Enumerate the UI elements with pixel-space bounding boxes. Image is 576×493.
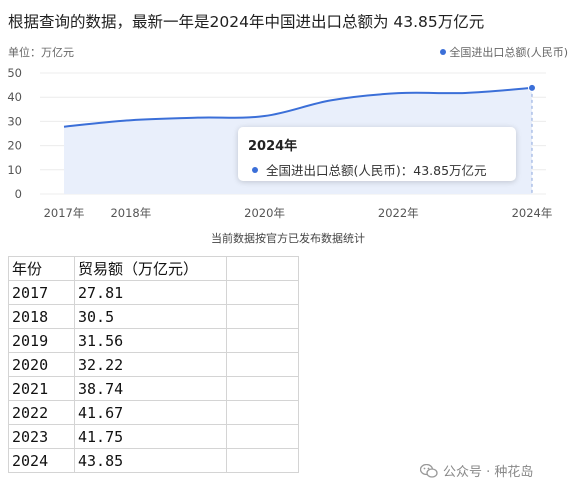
x-tick-label: 2022年 (378, 206, 419, 220)
tooltip-value: 全国进出口总额(人民币)：43.85万亿元 (266, 163, 487, 178)
x-tick-label: 2018年 (110, 206, 151, 220)
table-row: 2023 41.75 (8, 424, 299, 449)
table-cell[interactable]: 41.67 (74, 400, 227, 425)
table-cell[interactable]: 30.5 (74, 304, 227, 329)
chart-tooltip: 2024年 全国进出口总额(人民币)：43.85万亿元 (238, 127, 516, 181)
table-cell[interactable]: 2018 (8, 304, 75, 329)
table-row: 2018 30.5 (8, 304, 299, 329)
watermark: 公众号 · 种花岛 (420, 461, 533, 480)
chart-footnote: 当前数据按官方已发布数据统计 (211, 232, 365, 245)
tooltip-title: 2024年 (248, 139, 298, 154)
table-row: 2024 43.85 (8, 448, 299, 473)
table-header-row: 年份 贸易额（万亿元） (8, 256, 299, 281)
y-tick-label: 10 (7, 163, 22, 177)
x-tick-label: 2024年 (512, 206, 553, 220)
x-axis-ticks: 2017年 2018年 2020年 2022年 2024年 (44, 206, 553, 220)
table-row: 2022 41.67 (8, 400, 299, 425)
y-axis-ticks: 0 10 20 30 40 50 (7, 66, 22, 201)
table-cell[interactable] (226, 448, 299, 473)
table-row: 2017 27.81 (8, 280, 299, 305)
table-cell[interactable] (226, 400, 299, 425)
table-cell[interactable]: 41.75 (74, 424, 227, 449)
table-cell[interactable] (226, 424, 299, 449)
y-tick-label: 20 (7, 139, 22, 153)
x-tick-label: 2020年 (244, 206, 285, 220)
y-tick-label: 50 (7, 66, 22, 80)
y-tick-label: 0 (15, 187, 22, 201)
table-cell[interactable]: 2019 (8, 328, 75, 353)
table-cell[interactable] (226, 376, 299, 401)
data-table: 年份 贸易额（万亿元） 2017 27.81 2018 30.5 2019 31… (8, 256, 299, 473)
trade-chart: 0 10 20 30 40 50 2017年 2018年 2020年 2022年 2024年 (7, 66, 553, 220)
table-cell[interactable]: 2024 (8, 448, 75, 473)
y-tick-label: 30 (7, 114, 22, 128)
table-cell[interactable] (226, 352, 299, 377)
table-cell[interactable]: 27.81 (74, 280, 227, 305)
tooltip-dot-icon (252, 166, 258, 173)
table-row: 2020 32.22 (8, 352, 299, 377)
table-cell[interactable]: 2020 (8, 352, 75, 377)
table-cell[interactable]: 2017 (8, 280, 75, 305)
y-tick-label: 40 (7, 90, 22, 104)
tooltip-row: 全国进出口总额(人民币)：43.85万亿元 (248, 160, 506, 179)
table-cell[interactable]: 2022 (8, 400, 75, 425)
table-cell[interactable] (226, 304, 299, 329)
x-tick-label: 2017年 (44, 206, 85, 220)
table-cell[interactable]: 2023 (8, 424, 75, 449)
point-layer (528, 83, 536, 92)
watermark-text: 公众号 · 种花岛 (443, 465, 534, 480)
table-row: 2019 31.56 (8, 328, 299, 353)
table-cell[interactable] (226, 280, 299, 305)
table-cell[interactable]: 2021 (8, 376, 75, 401)
table-cell[interactable]: 43.85 (74, 448, 227, 473)
header-cell-trade[interactable]: 贸易额（万亿元） (74, 256, 227, 281)
table-cell[interactable]: 31.56 (74, 328, 227, 353)
table-cell[interactable]: 32.22 (74, 352, 227, 377)
wechat-icon (420, 463, 438, 478)
table-cell[interactable]: 38.74 (74, 376, 227, 401)
table-row: 2021 38.74 (8, 376, 299, 401)
highlighted-data-point (528, 83, 536, 92)
header-cell-empty[interactable] (226, 256, 299, 281)
header-cell-year[interactable]: 年份 (8, 256, 75, 281)
table-cell[interactable] (226, 328, 299, 353)
